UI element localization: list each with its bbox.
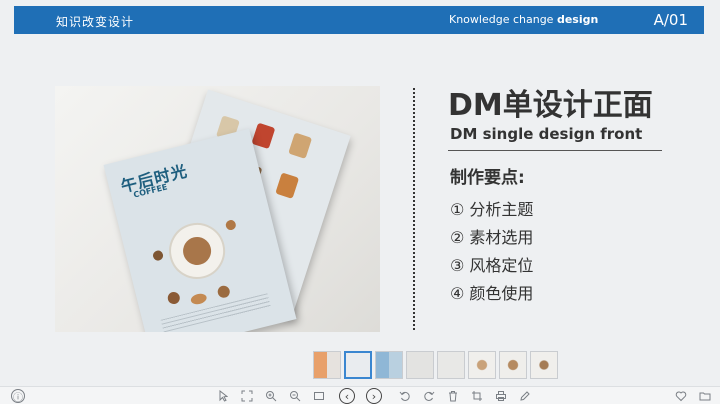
info-icon[interactable]: ⓘ [11,389,25,404]
next-button[interactable]: › [366,388,382,404]
thumbnail-active[interactable] [344,351,372,379]
thumbnail[interactable] [530,351,558,379]
print-icon[interactable] [494,389,508,403]
header-en-title: Knowledge change design [449,13,598,26]
point-item: ④ 颜色使用 [450,284,534,303]
crop-icon[interactable] [470,389,484,403]
mockup-photo: 午后时光 COFFEE [55,86,380,332]
product-image [275,172,300,199]
cookie-image [151,249,165,262]
thumbnail[interactable] [375,351,403,379]
bottom-toolbar: ⓘ ‹ › [0,386,720,404]
header-bar: 知识改变设计 Knowledge change design A/01 [14,6,704,34]
thumbnail[interactable] [313,351,341,379]
header-left-title: 知识改变设计 [56,15,135,29]
points-heading: 制作要点: [450,168,525,188]
point-item: ① 分析主题 [450,200,534,219]
delete-icon[interactable] [446,389,460,403]
product-image [251,122,276,150]
slide-title: DM单设计正面 [448,88,653,123]
folder-icon[interactable] [698,389,712,403]
point-item: ② 素材选用 [450,228,534,247]
cookie-image [224,218,237,232]
actual-size-icon[interactable] [312,389,326,403]
favorite-icon[interactable] [674,389,688,403]
page-code: A/01 [653,11,688,29]
point-item: ③ 风格定位 [450,256,534,275]
cookie-image [166,290,182,306]
thumbnail[interactable] [437,351,465,379]
pointer-icon[interactable] [216,389,230,403]
title-rule [448,150,662,151]
cookie-image [189,292,208,306]
dotted-divider [413,88,415,330]
header-en-bold: design [556,13,599,26]
slide-subtitle: DM single design front [450,125,643,143]
thumbnail[interactable] [406,351,434,379]
prev-button[interactable]: ‹ [339,388,355,404]
thumbnail[interactable] [499,351,527,379]
product-image [288,132,313,159]
zoom-out-icon[interactable] [288,389,302,403]
thumbnail[interactable] [468,351,496,379]
zoom-in-icon[interactable] [264,389,278,403]
fit-screen-icon[interactable] [240,389,254,403]
edit-icon[interactable] [518,389,532,403]
rotate-left-icon[interactable] [398,389,412,403]
rotate-right-icon[interactable] [422,389,436,403]
cookie-image [216,284,232,300]
header-en-normal: Knowledge change [449,13,557,26]
slide-viewer: 知识改变设计 Knowledge change design A/01 午后时光… [0,0,720,404]
